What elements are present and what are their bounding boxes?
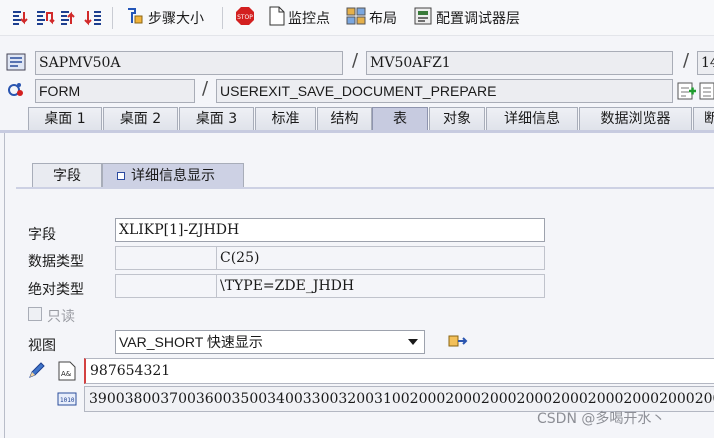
text-doc-icon[interactable]: A& — [58, 361, 76, 385]
edit-pencil-icon[interactable] — [27, 362, 47, 384]
tab-details[interactable]: 详细信息 — [486, 107, 578, 131]
include-field[interactable]: MV50AFZ1 — [366, 51, 673, 75]
config-layer-label: 配置调试器层 — [436, 10, 520, 27]
watchpoint-label: 监控点 — [288, 10, 330, 27]
debugger-toolbar: 步骤大小 STOP 监控点 布局 配置调试器层 — [0, 0, 714, 36]
tab-desktop-3[interactable]: 桌面 3 — [179, 107, 254, 131]
step-size-label: 步骤大小 — [148, 10, 204, 27]
step-return-icon[interactable] — [58, 7, 80, 29]
program-row: SAPMV50A / MV50AFZ1 / 14 — [0, 50, 714, 76]
tab-breakpoints[interactable]: 断 — [693, 107, 714, 131]
readonly-label: 只读 — [47, 309, 75, 325]
program-icon — [6, 53, 26, 75]
line-field[interactable]: 14 — [697, 51, 714, 75]
tab-objects[interactable]: 对象 — [429, 107, 485, 131]
subtab-detail-label: 详细信息显示 — [131, 168, 215, 184]
cell-divider — [216, 247, 217, 269]
list-icon[interactable] — [699, 81, 714, 105]
tab-structure[interactable]: 结构 — [317, 107, 372, 131]
subtab-fields[interactable]: 字段 — [32, 163, 102, 188]
path-separator: / — [202, 78, 209, 99]
desktop-tabs: 桌面 1 桌面 2 桌面 3 标准 结构 表 对象 详细信息 数据浏览器 断 — [0, 107, 714, 131]
event-icon — [6, 81, 26, 103]
readonly-checkbox[interactable] — [28, 307, 42, 321]
event-type-field[interactable]: FORM — [35, 79, 195, 103]
view-select-value: VAR_SHORT 快速显示 — [119, 334, 263, 350]
abstype-value: \TYPE=ZDE_JHDH — [115, 274, 545, 298]
run-to-cursor-icon[interactable] — [82, 7, 104, 29]
layout-button[interactable]: 布局 — [342, 5, 401, 31]
selected-marker-icon — [117, 172, 125, 180]
view-select[interactable]: VAR_SHORT 快速显示 — [115, 330, 425, 354]
svg-text:A&: A& — [61, 370, 72, 378]
layout-icon — [346, 7, 366, 29]
hex-icon[interactable]: 1010 — [57, 390, 77, 412]
config-layer-button[interactable]: 配置调试器层 — [409, 5, 524, 31]
toolbar-separator — [222, 6, 223, 29]
svg-text:1010: 1010 — [60, 397, 75, 404]
add-icon[interactable] — [677, 81, 697, 105]
subtab-underline — [16, 187, 714, 189]
content-value-field[interactable]: 987654321 — [84, 358, 714, 384]
path-separator: / — [352, 50, 359, 71]
tab-standard[interactable]: 标准 — [255, 107, 316, 131]
step-into-icon[interactable] — [10, 7, 32, 29]
chevron-down-icon — [408, 339, 418, 345]
tab-desktop-2[interactable]: 桌面 2 — [103, 107, 178, 131]
field-label: 字段 — [28, 227, 56, 243]
abstype-label: 绝对类型 — [28, 282, 84, 298]
datatype-text: C(25) — [220, 250, 260, 266]
watchpoint-button[interactable]: 监控点 — [265, 5, 334, 31]
datatype-label: 数据类型 — [28, 254, 84, 270]
event-row: FORM / USEREXIT_SAVE_DOCUMENT_PREPARE — [0, 78, 714, 104]
step-over-icon[interactable] — [34, 7, 56, 29]
config-icon — [413, 6, 433, 30]
stop-button[interactable]: STOP — [231, 5, 259, 31]
tab-table[interactable]: 表 — [372, 107, 428, 131]
tab-data-browser[interactable]: 数据浏览器 — [579, 107, 692, 131]
path-separator: / — [683, 50, 690, 71]
document-icon — [269, 6, 285, 30]
tab-desktop-1[interactable]: 桌面 1 — [28, 107, 102, 131]
view-label: 视图 — [28, 338, 56, 354]
field-name-input[interactable]: XLIKP[1]-ZJHDH — [115, 218, 545, 242]
step-size-button[interactable]: 步骤大小 — [121, 5, 208, 31]
toolbar-separator — [112, 6, 113, 29]
subtab-detail-display[interactable]: 详细信息显示 — [102, 163, 244, 188]
abstype-text: \TYPE=ZDE_JHDH — [220, 278, 355, 294]
layout-label: 布局 — [369, 10, 397, 27]
stop-icon: STOP — [235, 6, 255, 30]
step-size-icon — [125, 6, 145, 30]
main-program-field[interactable]: SAPMV50A — [35, 51, 343, 75]
cell-divider — [216, 275, 217, 297]
stop-text: STOP — [237, 14, 253, 21]
event-name-field[interactable]: USEREXIT_SAVE_DOCUMENT_PREPARE — [216, 79, 673, 103]
export-icon[interactable] — [447, 332, 469, 356]
datatype-value: C(25) — [115, 246, 545, 270]
watermark: CSDN @多喝开水丶 — [537, 411, 666, 427]
